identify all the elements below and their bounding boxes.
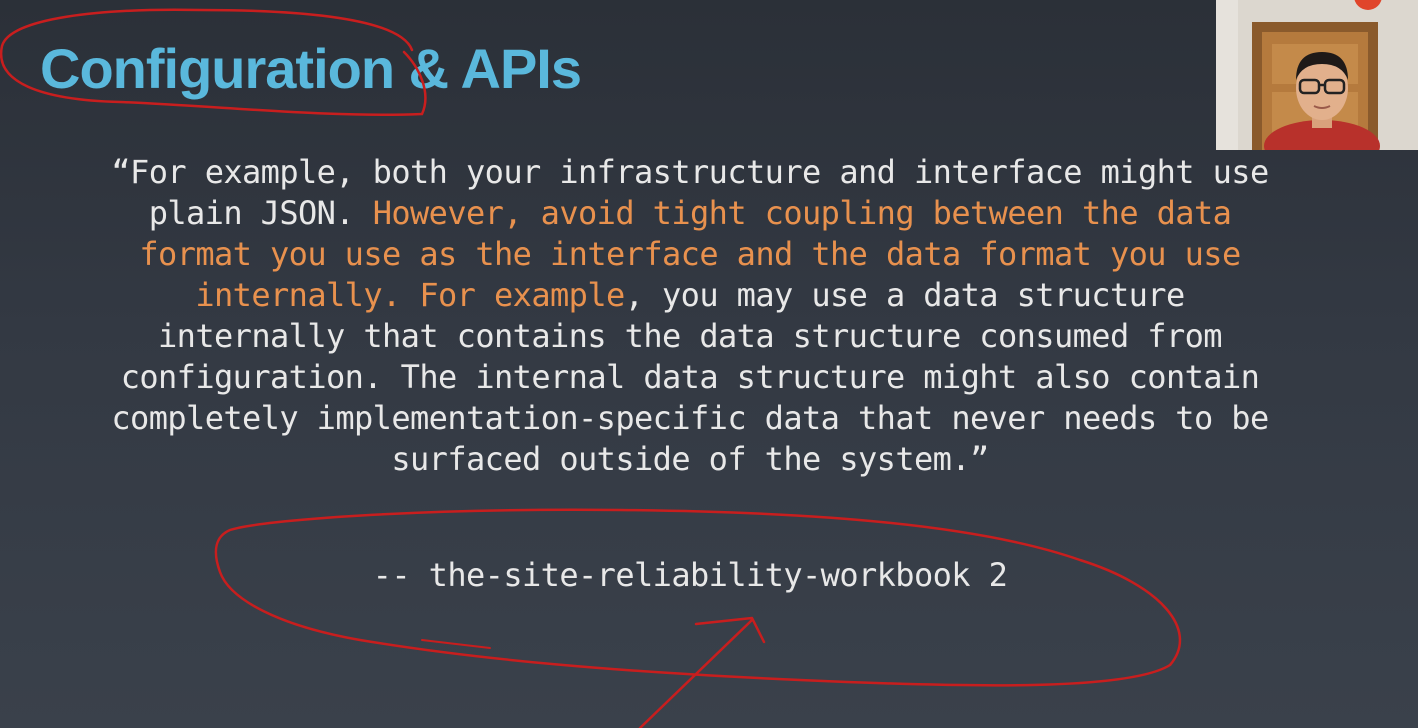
quote-highlight: However, avoid tight coupling between th… — [372, 194, 1232, 232]
quote-line: configuration. The internal data structu… — [120, 358, 1260, 396]
quote-highlight: internally. For example — [195, 276, 625, 314]
pointer-arrow-annotation — [638, 616, 766, 728]
quote-highlight: format you use as the interface and the … — [139, 235, 1241, 273]
quote-line: completely implementation-specific data … — [111, 399, 1269, 437]
attribution-circle-annotation — [214, 508, 1182, 687]
quote-line: plain JSON. — [148, 194, 373, 232]
underline-annotation — [421, 639, 491, 649]
webcam-overlay — [1216, 0, 1418, 150]
quote-block: “For example, both your infrastructure a… — [40, 152, 1340, 480]
quote-line: internally that contains the data struct… — [158, 317, 1223, 355]
slide-title: Configuration & APIs — [40, 37, 582, 100]
quote-line: “For example, both your infrastructure a… — [111, 153, 1269, 191]
quote-line: surfaced outside of the system.” — [391, 440, 989, 478]
quote-line: , you may use a data structure — [624, 276, 1186, 314]
presenter-video-icon — [1216, 0, 1418, 150]
quote-attribution: -- the-site-reliability-workbook 2 — [372, 556, 1008, 594]
